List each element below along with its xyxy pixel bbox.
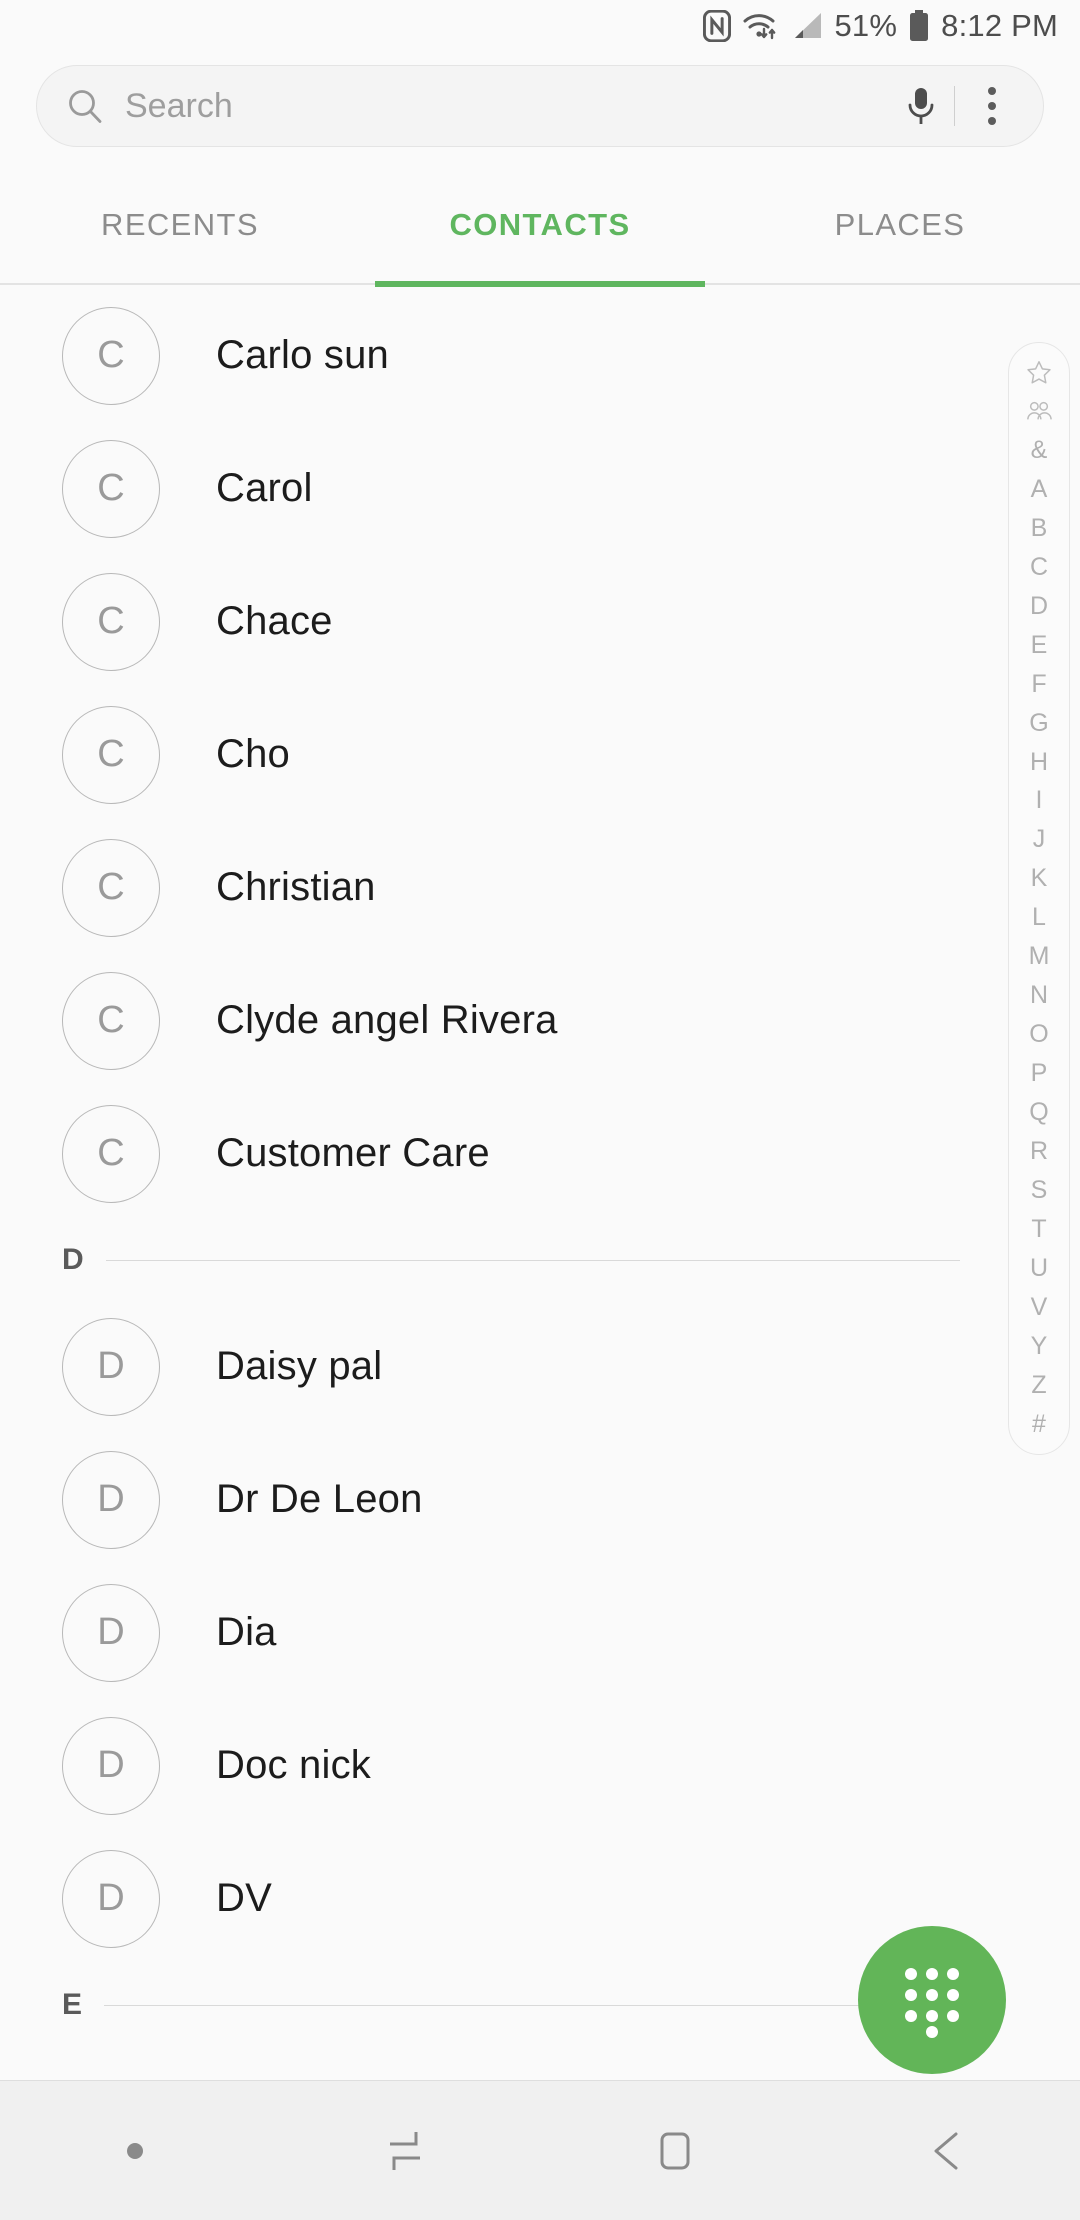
back-icon[interactable] xyxy=(810,2124,1080,2178)
index-letter-J[interactable]: J xyxy=(1009,825,1069,855)
index-letter-F[interactable]: F xyxy=(1009,669,1069,699)
index-letter-K[interactable]: K xyxy=(1009,864,1069,894)
avatar: C xyxy=(62,705,160,804)
index-letter-#[interactable]: # xyxy=(1009,1409,1069,1439)
status-time: 8:12 PM xyxy=(941,8,1058,43)
index-letter-S[interactable]: S xyxy=(1009,1175,1069,1205)
contact-name: Doc nick xyxy=(216,1743,371,1787)
index-letter-Y[interactable]: Y xyxy=(1009,1331,1069,1361)
contact-name: Carol xyxy=(216,466,313,510)
contact-name: Cho xyxy=(216,732,290,776)
contact-row[interactable]: D Daisy pal xyxy=(0,1300,1000,1433)
section-header: D xyxy=(0,1220,1000,1300)
index-letter-L[interactable]: L xyxy=(1009,903,1069,933)
star-icon[interactable] xyxy=(1009,357,1069,387)
search-divider xyxy=(954,86,955,126)
nav-indicator-dot xyxy=(0,2142,270,2159)
contact-row[interactable]: C Carol xyxy=(0,422,1000,555)
search-input[interactable] xyxy=(105,86,904,126)
system-navigation-bar xyxy=(0,2080,1080,2220)
index-letter-O[interactable]: O xyxy=(1009,1020,1069,1050)
index-letter-C[interactable]: C xyxy=(1009,552,1069,582)
index-letter-&[interactable]: & xyxy=(1009,435,1069,465)
tab-bar: RECENTS CONTACTS PLACES xyxy=(0,185,1080,265)
avatar: D xyxy=(62,1450,160,1549)
nfc-icon xyxy=(703,10,732,42)
recents-icon[interactable] xyxy=(270,2124,540,2178)
avatar: C xyxy=(62,306,160,405)
dialpad-icon xyxy=(897,1962,967,2038)
index-letter-R[interactable]: R xyxy=(1009,1137,1069,1167)
search-bar[interactable] xyxy=(36,65,1044,147)
avatar: C xyxy=(62,971,160,1070)
avatar: C xyxy=(62,572,160,671)
index-letter-M[interactable]: M xyxy=(1009,942,1069,972)
status-bar: 51% 8:12 PM xyxy=(0,0,1080,52)
battery-icon xyxy=(908,9,930,43)
home-icon[interactable] xyxy=(540,2124,810,2178)
index-letter-H[interactable]: H xyxy=(1009,747,1069,777)
contact-name: Customer Care xyxy=(216,1131,490,1175)
section-header: E xyxy=(0,1965,1000,2045)
index-letter-I[interactable]: I xyxy=(1009,786,1069,816)
index-letter-B[interactable]: B xyxy=(1009,513,1069,543)
contact-row[interactable]: D Dr De Leon xyxy=(0,1433,1000,1566)
index-letter-Z[interactable]: Z xyxy=(1009,1370,1069,1400)
contact-name: Chace xyxy=(216,599,333,643)
avatar: D xyxy=(62,1583,160,1682)
avatar: D xyxy=(62,1716,160,1815)
index-letter-E[interactable]: E xyxy=(1009,630,1069,660)
group-icon[interactable] xyxy=(1009,396,1069,426)
index-letter-V[interactable]: V xyxy=(1009,1292,1069,1322)
tab-places[interactable]: PLACES xyxy=(720,185,1080,265)
search-icon xyxy=(65,86,105,126)
index-letter-A[interactable]: A xyxy=(1009,474,1069,504)
index-letter-P[interactable]: P xyxy=(1009,1059,1069,1089)
contact-name: DV xyxy=(216,1876,272,1920)
index-letter-N[interactable]: N xyxy=(1009,981,1069,1011)
contact-row[interactable]: C Cho xyxy=(0,688,1000,821)
phone-screen: 51% 8:12 PM Search RECENTS CONTACTS PLAC… xyxy=(0,0,1080,2220)
contact-name: Dr De Leon xyxy=(216,1477,423,1521)
section-letter: D xyxy=(62,1243,84,1276)
index-letter-T[interactable]: T xyxy=(1009,1214,1069,1244)
search-bar-container xyxy=(36,65,1044,147)
alphabet-index-bar[interactable]: & A B C D E F G H I J K L M N O P Q R S T U V Y Z # xyxy=(1008,342,1070,1455)
contact-name: Daisy pal xyxy=(216,1344,383,1388)
contact-row[interactable]: D Dia xyxy=(0,1566,1000,1699)
contact-row[interactable]: C Customer Care xyxy=(0,1087,1000,1220)
contact-row[interactable]: C Chace xyxy=(0,555,1000,688)
overflow-menu-icon[interactable] xyxy=(967,87,1017,125)
avatar: D xyxy=(62,1849,160,1948)
contact-row[interactable]: C Christian xyxy=(0,821,1000,954)
contact-row[interactable]: C Clyde angel Rivera xyxy=(0,954,1000,1087)
contact-list[interactable]: C Carlo sun C Carol C Chace C Cho C Christian C Cly… xyxy=(0,289,1000,2079)
index-letter-U[interactable]: U xyxy=(1009,1253,1069,1283)
tab-active-indicator xyxy=(375,281,705,287)
contact-row[interactable]: C Carlo sun xyxy=(0,289,1000,422)
index-letter-D[interactable]: D xyxy=(1009,591,1069,621)
section-divider xyxy=(104,2004,960,2006)
avatar: C xyxy=(62,439,160,538)
index-letter-Q[interactable]: Q xyxy=(1009,1098,1069,1128)
contact-name: Clyde angel Rivera xyxy=(216,998,558,1042)
index-letter-G[interactable]: G xyxy=(1009,708,1069,738)
contact-name: Christian xyxy=(216,865,376,909)
avatar: C xyxy=(62,1104,160,1203)
tab-recents[interactable]: RECENTS xyxy=(0,185,360,265)
dialpad-fab-button[interactable] xyxy=(858,1926,1006,2074)
section-letter: E xyxy=(62,1988,83,2021)
battery-percent: 51% xyxy=(834,8,898,43)
wifi-icon xyxy=(742,10,780,42)
avatar: C xyxy=(62,838,160,937)
contact-row[interactable]: D DV xyxy=(0,1832,1000,1965)
contact-name: Dia xyxy=(216,1610,277,1654)
contact-name: Carlo sun xyxy=(216,333,389,377)
tab-contacts[interactable]: CONTACTS xyxy=(360,185,720,265)
section-divider xyxy=(105,1259,960,1261)
cellular-signal-icon xyxy=(791,11,823,41)
contact-row[interactable]: D Doc nick xyxy=(0,1699,1000,1832)
microphone-icon[interactable] xyxy=(904,84,938,128)
avatar: D xyxy=(62,1317,160,1416)
